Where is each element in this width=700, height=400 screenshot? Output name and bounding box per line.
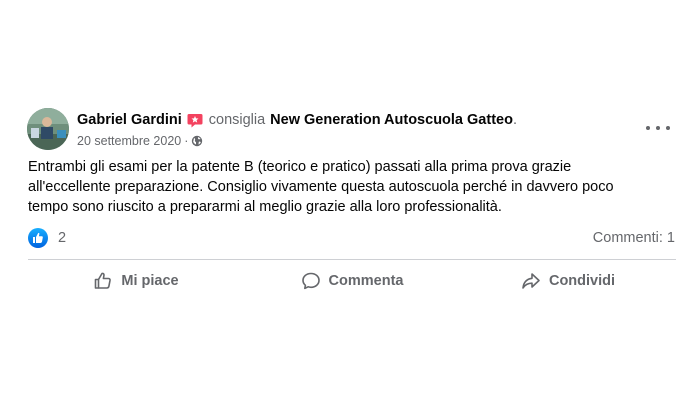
comment-button[interactable]: Commenta	[244, 265, 460, 297]
share-icon	[522, 273, 540, 289]
comment-button-label: Commenta	[328, 273, 404, 289]
post-body: Entrambi gli esami per la patente B (teo…	[28, 157, 668, 217]
comment-icon	[301, 272, 320, 290]
post-text-line: all'eccellente preparazione. Consiglio v…	[28, 179, 614, 195]
share-button-label: Condividi	[548, 273, 616, 289]
avatar[interactable]	[27, 108, 69, 150]
author-name[interactable]: Gabriel Gardini	[77, 111, 182, 129]
recommends-label: consiglia	[208, 112, 266, 128]
reaction-count: 2	[58, 230, 67, 246]
more-options-icon[interactable]	[646, 120, 670, 136]
post-date[interactable]: 20 settembre 2020	[77, 133, 181, 149]
recommendation-post: Gabriel Gardini consiglia New Generation…	[0, 0, 700, 400]
action-bar: Mi piace Commenta Condividi	[28, 265, 676, 297]
post-text-line: tempo sono riuscito a prepararmi al megl…	[28, 199, 502, 215]
thumbs-up-icon	[95, 272, 112, 289]
divider	[28, 259, 676, 260]
like-reaction-icon	[28, 228, 48, 248]
post-header: Gabriel Gardini consiglia New Generation…	[77, 111, 517, 129]
post-meta: 20 settembre 2020 ·	[77, 133, 203, 149]
globe-icon	[191, 135, 203, 147]
avatar-image	[27, 108, 69, 150]
like-button[interactable]: Mi piace	[28, 265, 244, 297]
meta-separator: ·	[184, 134, 189, 148]
reactions-summary[interactable]: 2	[28, 228, 66, 248]
recommend-badge-icon	[187, 113, 203, 128]
header-period: .	[512, 112, 517, 128]
comments-count-link[interactable]: Commenti: 1	[593, 230, 675, 246]
share-button[interactable]: Condividi	[460, 265, 676, 297]
page-name-link[interactable]: New Generation Autoscuola Gatteo	[270, 111, 513, 129]
post-text-line: Entrambi gli esami per la patente B (teo…	[28, 159, 572, 175]
like-button-label: Mi piace	[121, 273, 179, 289]
